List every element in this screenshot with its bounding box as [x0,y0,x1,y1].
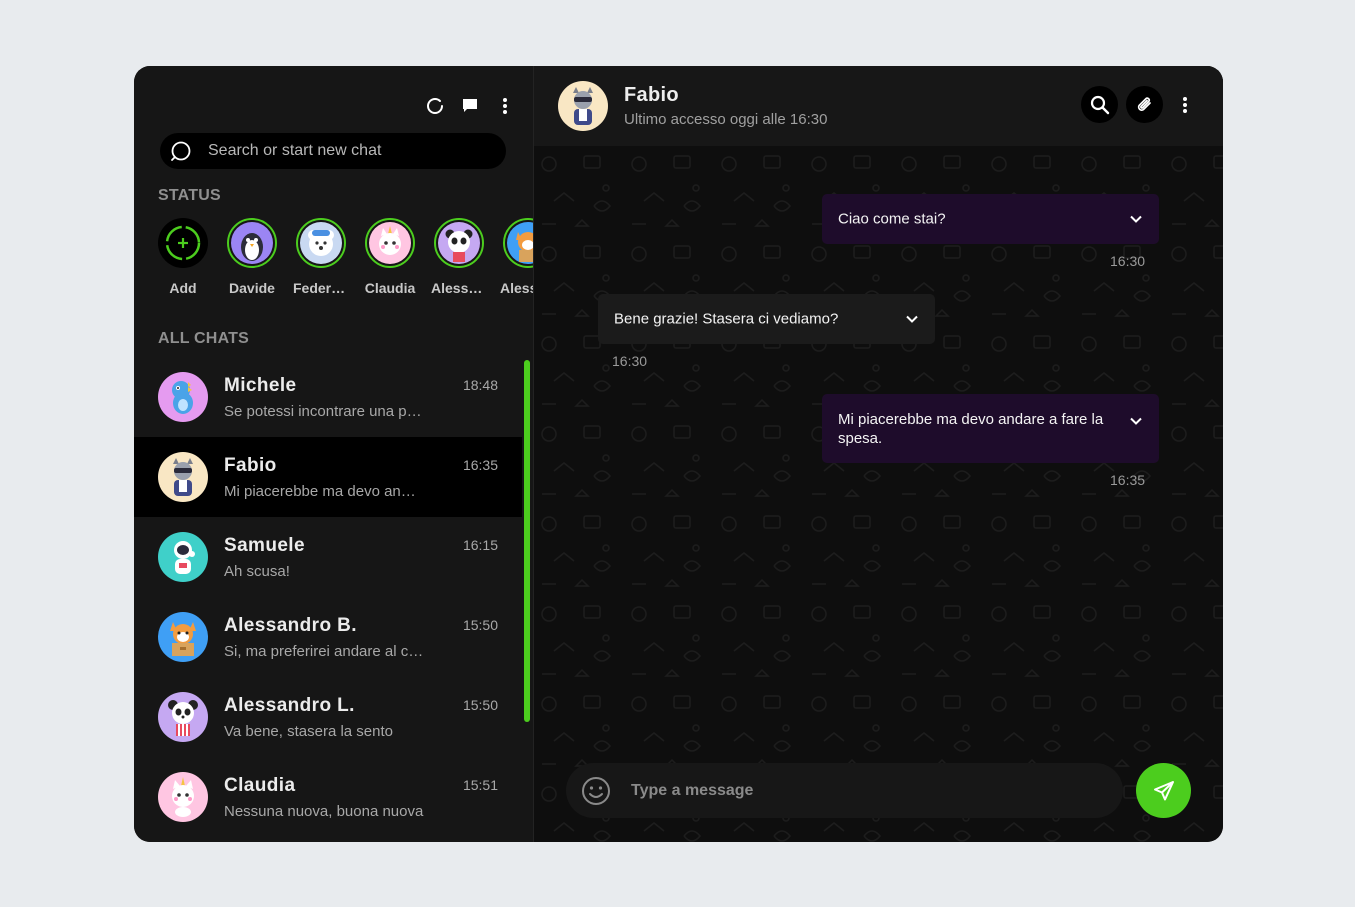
message-time: 16:35 [1110,472,1146,488]
polar-bear-avatar-icon [300,222,342,264]
search-icon [170,140,192,162]
paperclip-icon [1137,96,1151,111]
chat-name: Michele [224,374,297,396]
fox-box-avatar-icon [507,222,533,264]
chat-wallpaper-pattern [534,146,1223,842]
chat-time: 15:50 [462,617,498,633]
message-composer [566,763,1123,818]
chat-name: Alessandro B. [224,614,357,636]
dinosaur-avatar-icon [158,372,208,422]
chat-time: 16:15 [462,537,498,553]
astronaut-avatar-icon [158,532,208,582]
chat-time: 16:35 [462,457,498,473]
conversation-header: Fabio Ultimo accesso oggi alle 16:30 [534,66,1223,146]
chat-name: Alessandro L. [224,694,355,716]
panda-avatar-icon [438,222,480,264]
chat-preview: Nessuna nuova, buona nuova [224,802,424,820]
more-vertical-icon[interactable] [1175,86,1195,123]
message-text: Ciao come stai? [838,210,946,228]
add-status-icon [165,225,201,261]
attach-button[interactable] [1126,86,1163,123]
more-vertical-icon[interactable] [495,96,515,116]
chat-preview: Se potessi incontrare una persona famosa… [224,402,424,420]
chat-preview: Si, ma preferirei andare al cinema [224,642,424,660]
penguin-avatar-icon [231,222,273,264]
chevron-down-icon[interactable] [1129,414,1143,428]
message-bubble-outgoing[interactable]: Ciao come stai? [822,194,1159,244]
chat-preview: Mi piacerebbe ma devo andare a fare la s… [224,482,424,500]
all-chats-section-title: ALL CHATS [158,330,249,347]
message-time: 16:30 [1110,253,1146,269]
cat-unicorn-avatar-icon [369,222,411,264]
message-time: 16:30 [612,353,648,369]
status-item-add[interactable]: Add [158,218,208,308]
chat-time: 15:51 [462,777,498,793]
sidebar-toolbar [425,96,515,116]
status-item-davide[interactable]: Davide [227,218,277,308]
search-icon [1090,95,1109,114]
status-name: Claudia [364,280,416,296]
sidebar: STATUS Add Davide [134,66,534,842]
chat-time: 15:50 [462,697,498,713]
cat-unicorn-avatar-icon [158,772,208,822]
search-input[interactable] [206,141,490,161]
status-name: Add [169,280,197,296]
chevron-down-icon[interactable] [1129,212,1143,226]
status-item-claudia[interactable]: Claudia [365,218,415,308]
send-icon [1153,780,1174,800]
status-item-federico[interactable]: Federico [293,218,349,308]
message-bubble-incoming[interactable]: Bene grazie! Stasera ci vediamo? [598,294,935,344]
fox-box-avatar-icon [158,612,208,662]
chat-name: Claudia [224,774,296,796]
status-name: Federico [293,280,349,296]
chat-preview: Va bene, stasera la sento [224,722,393,740]
chat-app-window: STATUS Add Davide [134,66,1223,842]
chat-item-alessandro-b[interactable]: Alessandro B. Si, ma preferirei andare a… [134,597,522,677]
chat-item-alessandro-l[interactable]: Alessandro L. Va bene, stasera la sento … [134,677,522,757]
message-input[interactable] [629,780,1093,801]
emoji-icon[interactable] [581,776,611,806]
message-bubble-outgoing[interactable]: Mi piacerebbe ma devo andare a fare la s… [822,394,1159,463]
chat-item-fabio[interactable]: Fabio Mi piacerebbe ma devo andare a far… [134,437,522,517]
status-section-title: STATUS [158,187,221,204]
status-item-alessandro-l[interactable]: Alessandro L. [431,218,487,308]
chat-list: Michele Se potessi incontrare una person… [134,357,522,837]
send-button[interactable] [1136,763,1191,818]
chat-time: 18:48 [462,377,498,393]
message-text: Mi piacerebbe ma devo andare a fare la s… [838,410,1104,447]
add-status-button[interactable] [158,218,208,268]
chevron-down-icon[interactable] [905,312,919,326]
search-messages-button[interactable] [1081,86,1118,123]
status-row: Add Davide Federico Claudia Alessan Ales [158,218,533,308]
panda-avatar-icon [158,692,208,742]
chat-preview: Ah scusa! [224,562,290,580]
conversation-panel: Fabio Ultimo accesso oggi alle 16:30 Cia… [534,66,1223,842]
status-name: Alessandro B. [500,280,533,296]
message-text: Bene grazie! Stasera ci vediamo? [614,310,839,328]
raccoon-avatar-icon [158,452,208,502]
raccoon-avatar-icon[interactable] [558,81,608,131]
chat-item-michele[interactable]: Michele Se potessi incontrare una person… [134,357,522,437]
search-bar [160,133,506,169]
status-name: Davide [229,280,275,296]
contact-last-seen: Ultimo accesso oggi alle 16:30 [624,111,828,128]
contact-name[interactable]: Fabio [624,84,827,107]
chat-name: Samuele [224,534,305,556]
chat-bubble-icon[interactable] [460,96,480,116]
chat-list-scrollbar[interactable] [524,360,530,722]
chat-name: Fabio [224,454,277,476]
status-name: Alessandro L. [431,280,487,296]
refresh-icon[interactable] [425,96,445,116]
chat-item-claudia[interactable]: Claudia Nessuna nuova, buona nuova 15:51 [134,757,522,837]
status-item-alessandro-b[interactable]: Alessandro B. [500,218,533,308]
chat-item-samuele[interactable]: Samuele Ah scusa! 16:15 [134,517,522,597]
